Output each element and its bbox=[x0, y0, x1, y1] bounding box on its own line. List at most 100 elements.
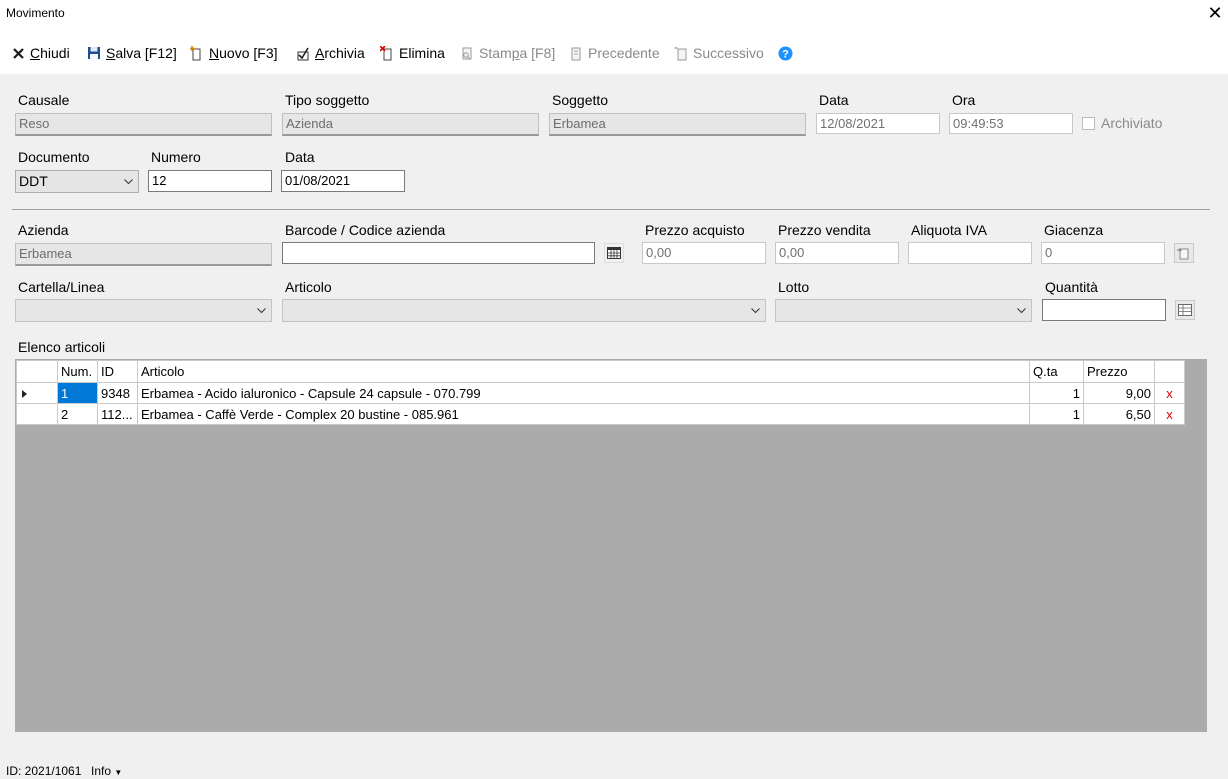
title-bar: Movimento ✕ bbox=[0, 0, 1228, 30]
new-document-icon bbox=[189, 45, 205, 61]
delete-row-button[interactable]: x bbox=[1154, 403, 1185, 425]
giacenza-button[interactable] bbox=[1174, 243, 1194, 263]
tipo-soggetto-label: Tipo soggetto bbox=[285, 92, 370, 108]
barcode-field[interactable] bbox=[282, 242, 595, 264]
status-bar: ID: 2021/1061 Info ▼ bbox=[0, 762, 1228, 779]
column-header-articolo[interactable]: Articolo bbox=[137, 360, 1030, 383]
separator bbox=[12, 209, 1210, 210]
cell-prezzo[interactable]: 6,50 bbox=[1083, 403, 1155, 425]
delete-document-icon bbox=[379, 45, 395, 61]
cell-id[interactable]: 112... bbox=[97, 403, 138, 425]
data-documento-field[interactable]: 01/08/2021 bbox=[281, 170, 405, 192]
giacenza-field: 0 bbox=[1041, 242, 1165, 264]
window-title: Movimento bbox=[6, 6, 65, 20]
causale-field: Reso bbox=[15, 113, 272, 136]
cell-id[interactable]: 9348 bbox=[97, 382, 138, 404]
stampa-button[interactable]: Stampa [F8] bbox=[459, 44, 555, 62]
cell-prezzo[interactable]: 9,00 bbox=[1083, 382, 1155, 404]
chevron-down-icon bbox=[255, 300, 267, 321]
causale-label: Causale bbox=[18, 92, 70, 108]
column-header-prezzo[interactable]: Prezzo bbox=[1083, 360, 1155, 383]
lotto-label: Lotto bbox=[778, 279, 810, 295]
nuovo-button[interactable]: Nuovo [F3] bbox=[189, 44, 278, 62]
articles-grid[interactable]: Num. ID Articolo Q.ta Prezzo 1 9348 Erba… bbox=[15, 359, 1207, 732]
ora-field: 09:49:53 bbox=[949, 113, 1073, 134]
cell-articolo[interactable]: Erbamea - Caffè Verde - Complex 20 busti… bbox=[137, 403, 1030, 425]
azienda-label: Azienda bbox=[18, 222, 69, 238]
calendar-grid-button[interactable] bbox=[604, 243, 624, 263]
data-documento-label: Data bbox=[285, 149, 315, 165]
soggetto-field: Erbamea bbox=[549, 113, 806, 136]
row-selector[interactable] bbox=[16, 382, 58, 404]
table-header: Num. ID Articolo Q.ta Prezzo bbox=[16, 360, 1185, 383]
cell-articolo[interactable]: Erbamea - Acido ialuronico - Capsule 24 … bbox=[137, 382, 1030, 404]
cell-qta[interactable]: 1 bbox=[1029, 382, 1084, 404]
documento-select[interactable]: DDT bbox=[15, 170, 139, 193]
archiviato-label: Archiviato bbox=[1101, 115, 1163, 131]
column-header-num[interactable]: Num. bbox=[57, 360, 98, 383]
cell-qta[interactable]: 1 bbox=[1029, 403, 1084, 425]
numero-field[interactable]: 12 bbox=[148, 170, 272, 192]
current-row-icon bbox=[22, 389, 27, 398]
articles-table: Num. ID Articolo Q.ta Prezzo 1 9348 Erba… bbox=[16, 360, 1185, 425]
data-field: 12/08/2021 bbox=[816, 113, 940, 134]
data-label: Data bbox=[819, 92, 849, 108]
articolo-select[interactable] bbox=[282, 299, 766, 322]
save-icon bbox=[86, 45, 102, 61]
precedente-button[interactable]: Precedente bbox=[568, 44, 660, 62]
column-header-delete bbox=[1154, 360, 1185, 383]
add-to-list-button[interactable] bbox=[1175, 300, 1195, 320]
table-row[interactable]: 2 112... Erbamea - Caffè Verde - Complex… bbox=[16, 403, 1185, 425]
prezzo-vendita-field: 0,00 bbox=[775, 242, 899, 264]
cartella-label: Cartella/Linea bbox=[18, 279, 105, 295]
numero-label: Numero bbox=[151, 149, 201, 165]
tipo-soggetto-field: Azienda bbox=[282, 113, 539, 136]
grid-icon bbox=[607, 247, 621, 259]
articolo-label: Articolo bbox=[285, 279, 332, 295]
chevron-down-icon bbox=[1015, 300, 1027, 321]
soggetto-label: Soggetto bbox=[552, 92, 609, 108]
lotto-select[interactable] bbox=[775, 299, 1032, 322]
chevron-down-icon bbox=[122, 171, 134, 192]
chiudi-button[interactable]: Chiudi bbox=[10, 44, 70, 62]
table-row[interactable]: 1 9348 Erbamea - Acido ialuronico - Caps… bbox=[16, 382, 1185, 404]
salva-button[interactable]: Salva [F12] bbox=[86, 44, 177, 62]
chevron-down-icon bbox=[749, 300, 761, 321]
giacenza-label: Giacenza bbox=[1044, 222, 1104, 238]
cell-num[interactable]: 2 bbox=[57, 403, 98, 425]
cartella-select[interactable] bbox=[15, 299, 272, 322]
azienda-field: Erbamea bbox=[15, 243, 272, 266]
prezzo-acquisto-label: Prezzo acquisto bbox=[645, 222, 745, 238]
delete-row-button[interactable]: x bbox=[1154, 382, 1185, 404]
column-header-qta[interactable]: Q.ta bbox=[1029, 360, 1084, 383]
quantita-label: Quantità bbox=[1045, 279, 1098, 295]
svg-text:?: ? bbox=[782, 48, 789, 60]
barcode-label: Barcode / Codice azienda bbox=[285, 222, 446, 238]
previous-document-icon bbox=[568, 45, 584, 61]
prezzo-acquisto-field: 0,00 bbox=[642, 242, 766, 264]
info-menu-button[interactable]: Info ▼ bbox=[91, 764, 122, 778]
toolbar: Chiudi Salva [F12] Nuovo [F3] Archivia E… bbox=[0, 30, 1228, 74]
record-id-text: ID: 2021/1061 bbox=[6, 764, 82, 778]
print-icon bbox=[459, 45, 475, 61]
aliquota-iva-field bbox=[908, 242, 1032, 264]
aliquota-iva-label: Aliquota IVA bbox=[911, 222, 988, 238]
document-arrow-icon bbox=[1177, 247, 1189, 259]
archivia-button[interactable]: Archivia bbox=[295, 44, 365, 62]
ora-label: Ora bbox=[952, 92, 976, 108]
archive-icon bbox=[295, 45, 311, 61]
successivo-button[interactable]: Successivo bbox=[673, 44, 764, 62]
quantita-field[interactable] bbox=[1042, 299, 1166, 321]
close-icon bbox=[10, 45, 26, 61]
cell-num[interactable]: 1 bbox=[57, 382, 98, 404]
table-add-icon bbox=[1178, 304, 1192, 316]
help-icon: ? bbox=[777, 45, 793, 61]
close-window-icon[interactable]: ✕ bbox=[1206, 3, 1224, 23]
elimina-button[interactable]: Elimina bbox=[379, 44, 445, 62]
column-header-id[interactable]: ID bbox=[97, 360, 138, 383]
documento-value: DDT bbox=[19, 173, 48, 189]
help-button[interactable]: ? bbox=[777, 44, 797, 62]
elenco-articoli-label: Elenco articoli bbox=[18, 339, 106, 355]
row-selector[interactable] bbox=[16, 403, 58, 425]
archiviato-checkbox[interactable] bbox=[1082, 117, 1095, 130]
